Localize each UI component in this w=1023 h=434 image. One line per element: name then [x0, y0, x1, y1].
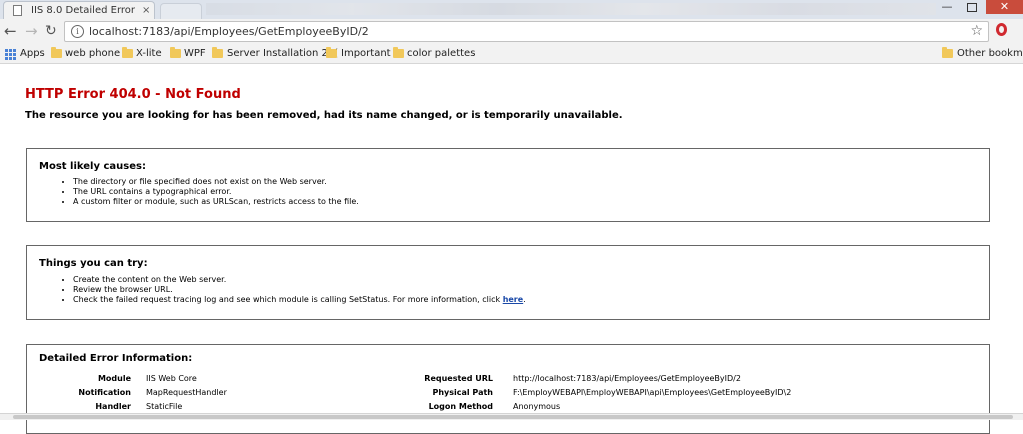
star-icon[interactable]: ☆ [970, 23, 983, 39]
detailed-error-section: Detailed Error Information: Module IIS W… [26, 344, 990, 434]
page-icon [13, 5, 22, 16]
bookmark-color-palettes[interactable]: color palettes [393, 47, 476, 61]
bookmark-label: WPF [184, 48, 206, 59]
url-text[interactable]: localhost:7183/api/Employees/GetEmployee… [89, 25, 369, 38]
detail-value: http://localhost:7183/api/Employees/GetE… [513, 374, 741, 383]
folder-icon [942, 47, 953, 58]
forward-arrow-icon[interactable]: → [25, 23, 38, 39]
section-heading: Detailed Error Information: [39, 353, 193, 364]
bookmark-label: Important [341, 48, 391, 59]
info-icon[interactable]: i [71, 25, 84, 38]
scrollbar-thumb[interactable] [13, 415, 1013, 419]
section-heading: Things you can try: [39, 258, 148, 269]
page-content: HTTP Error 404.0 - Not Found The resourc… [0, 64, 1023, 434]
bookmark-label: Apps [20, 48, 45, 59]
bookmark-server-installation[interactable]: Server Installation 20( [212, 47, 338, 61]
list-item: The URL contains a typographical error. [73, 187, 359, 197]
bookmark-important[interactable]: Important [326, 47, 391, 61]
detail-label: Handler [95, 402, 131, 411]
back-arrow-icon[interactable]: ← [4, 23, 17, 39]
blurred-area [206, 3, 936, 15]
bookmark-wpf[interactable]: WPF [170, 47, 210, 61]
causes-list: The directory or file specified does not… [62, 177, 359, 207]
bookmarks-bar: Apps web phone X-lite WPF Server Install… [0, 45, 1023, 64]
section-heading: Most likely causes: [39, 161, 146, 172]
try-list: Create the content on the Web server. Re… [62, 275, 526, 305]
causes-section: Most likely causes: The directory or fil… [26, 148, 990, 222]
folder-icon [393, 47, 404, 58]
detail-value: F:\EmployWEBAPI\EmployWEBAPI\api\Employe… [513, 388, 792, 397]
detail-label: Requested URL [424, 374, 493, 383]
bookmark-apps[interactable]: Apps [5, 47, 45, 61]
detail-label: Notification [78, 388, 131, 397]
bookmark-web-phone[interactable]: web phone [51, 47, 121, 61]
apps-grid-icon [5, 49, 16, 60]
tab-strip: IIS 8.0 Detailed Error - 404.0 × — ✕ [0, 0, 1023, 19]
new-tab-button[interactable] [160, 3, 202, 19]
tab-title: IIS 8.0 Detailed Error - 404.0 [31, 5, 135, 16]
bookmark-x-lite[interactable]: X-lite [122, 47, 172, 61]
link-suffix: . [523, 295, 526, 304]
address-bar[interactable]: i localhost:7183/api/Employees/GetEmploy… [64, 21, 989, 42]
detail-value: Anonymous [513, 402, 561, 411]
close-icon[interactable]: × [142, 4, 150, 17]
folder-icon [51, 47, 62, 58]
list-item: Create the content on the Web server. [73, 275, 526, 285]
error-title: HTTP Error 404.0 - Not Found [25, 87, 241, 102]
bookmark-label: color palettes [407, 48, 476, 59]
maximize-button[interactable] [961, 0, 983, 14]
here-link[interactable]: here [503, 295, 524, 304]
list-item: Check the failed request tracing log and… [73, 295, 526, 305]
bookmark-other[interactable]: Other bookmark [942, 47, 1023, 61]
detail-value: MapRequestHandler [146, 388, 227, 397]
browser-tab[interactable]: IIS 8.0 Detailed Error - 404.0 × [3, 1, 155, 19]
list-item: A custom filter or module, such as URLSc… [73, 197, 359, 207]
bookmark-label: X-lite [136, 48, 162, 59]
folder-icon [170, 47, 181, 58]
folder-icon [326, 47, 337, 58]
folder-icon [212, 47, 223, 58]
minimize-button[interactable]: — [936, 0, 958, 14]
window-close-button[interactable]: ✕ [986, 0, 1023, 14]
detail-label: Physical Path [432, 388, 493, 397]
browser-toolbar: ← → ↻ i localhost:7183/api/Employees/Get… [0, 19, 1023, 45]
bookmark-label: Server Installation 20( [227, 48, 339, 59]
bookmark-label: Other bookmark [957, 48, 1023, 59]
list-item: The directory or file specified does not… [73, 177, 359, 187]
opera-icon[interactable] [996, 23, 1007, 36]
detail-value: StaticFile [146, 402, 183, 411]
list-item: Review the browser URL. [73, 285, 526, 295]
detail-label: Module [97, 374, 131, 383]
bookmark-label: web phone [65, 48, 121, 59]
folder-icon [122, 47, 133, 58]
detail-value: IIS Web Core [146, 374, 197, 383]
detail-label: Logon Method [428, 402, 493, 411]
list-item-text: Check the failed request tracing log and… [73, 295, 503, 304]
maximize-icon [967, 3, 977, 12]
reload-icon[interactable]: ↻ [45, 23, 57, 39]
error-summary: The resource you are looking for has bee… [25, 110, 623, 121]
things-to-try-section: Things you can try: Create the content o… [26, 245, 990, 320]
